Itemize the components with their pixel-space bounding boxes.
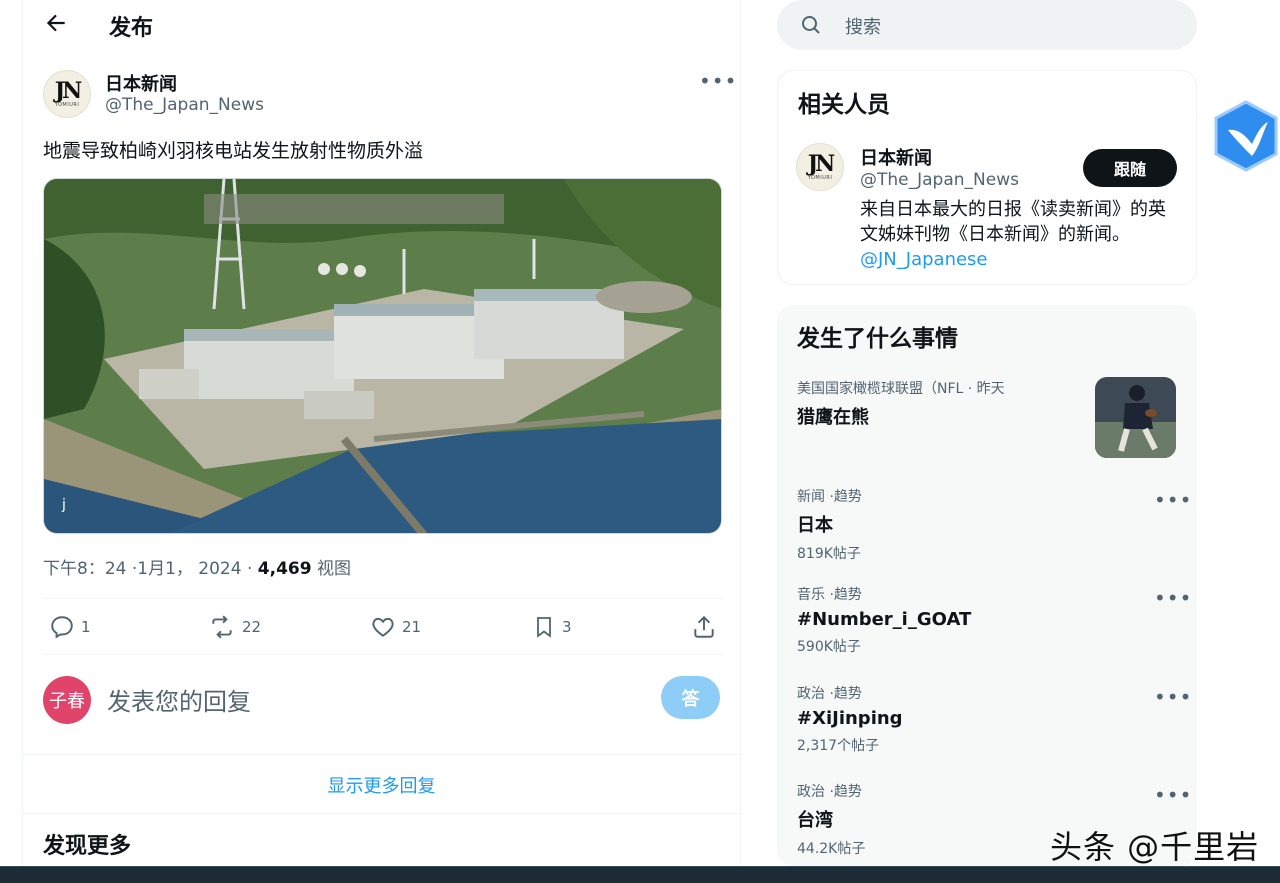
- trending-title: 发生了什么事情: [797, 326, 958, 352]
- divider: [23, 754, 740, 755]
- retweet-icon: [212, 615, 232, 639]
- show-more-replies-link[interactable]: 显示更多回复: [23, 772, 740, 798]
- related-handle[interactable]: @The_Japan_News: [860, 170, 1019, 190]
- action-bar: 1 22 21 3: [43, 598, 722, 655]
- bookmark-icon: [537, 617, 551, 638]
- main-column: 发布 JN YOMIURI 日本新闻 @The_Japan_News ••• 地…: [22, 0, 741, 866]
- reply-count: 1: [81, 618, 91, 636]
- tweet-image[interactable]: j: [43, 178, 722, 534]
- related-name[interactable]: 日本新闻: [860, 144, 932, 170]
- reply-icon: [51, 616, 73, 639]
- football-photo: [1095, 377, 1176, 458]
- watermark: 头条 @千里岩: [1050, 828, 1260, 866]
- views-label: 视图: [311, 559, 351, 579]
- share-button[interactable]: [691, 613, 717, 641]
- search-icon: [799, 13, 823, 41]
- retweet-count: 22: [242, 618, 262, 636]
- divider: [23, 813, 740, 814]
- related-people-title: 相关人员: [798, 92, 890, 118]
- views-count: 4,469: [257, 559, 312, 579]
- author-handle[interactable]: @The_Japan_News: [105, 95, 264, 115]
- image-caption: j: [62, 497, 66, 513]
- trend-item[interactable]: 政治 ·趋势 #XiJinping 2,317个帖子: [797, 683, 1177, 755]
- more-options-icon[interactable]: •••: [1154, 687, 1192, 707]
- reply-input[interactable]: 发表您的回复: [107, 682, 251, 717]
- related-bio: 来自日本最大的日报《读卖新闻》的英文姊妹刊物《日本新闻》的新闻。 @JN_Jap…: [860, 199, 1166, 270]
- more-options-icon[interactable]: •••: [699, 71, 737, 91]
- search-input[interactable]: 搜索: [845, 13, 881, 39]
- tweet-time[interactable]: 下午8：24 ·1月1， 2024 ·: [43, 559, 258, 579]
- tweet-text: 地震导致柏崎刈羽核电站发生放射性物质外溢: [43, 140, 424, 162]
- heart-icon: [372, 617, 394, 637]
- share-icon: [694, 615, 714, 638]
- more-options-icon[interactable]: •••: [1154, 588, 1192, 608]
- trend-thumbnail[interactable]: [1095, 377, 1176, 458]
- author-name[interactable]: 日本新闻: [105, 70, 177, 96]
- trending-card: 发生了什么事情 美国国家橄榄球联盟（NFL · 昨天 猎鹰在熊 新闻 ·趋势 日…: [777, 305, 1197, 866]
- more-options-icon[interactable]: •••: [1154, 490, 1192, 510]
- author-avatar[interactable]: JN YOMIURI: [43, 70, 91, 118]
- like-button[interactable]: 21: [370, 613, 421, 641]
- header: 发布: [23, 0, 740, 50]
- follow-button[interactable]: 跟随: [1083, 149, 1177, 187]
- related-avatar[interactable]: JN YOMIURI: [796, 143, 844, 191]
- trend-item[interactable]: 新闻 ·趋势 日本 819K帖子: [797, 486, 1177, 563]
- tweet-meta: 下午8：24 ·1月1， 2024 · 4,469 视图: [43, 554, 351, 579]
- retweet-button[interactable]: 22: [208, 613, 261, 641]
- user-avatar[interactable]: 子春: [43, 676, 91, 724]
- like-count: 21: [402, 618, 422, 636]
- nuclear-plant-photo: [44, 179, 721, 533]
- back-arrow-icon[interactable]: [43, 10, 69, 36]
- page-title: 发布: [109, 16, 154, 41]
- bird-badge-icon[interactable]: [1212, 100, 1280, 172]
- reply-button[interactable]: 1: [49, 613, 91, 641]
- bookmark-count: 3: [562, 618, 572, 636]
- bio-link[interactable]: @JN_Japanese: [860, 249, 988, 270]
- related-people-card: 相关人员 JN YOMIURI 日本新闻 @The_Japan_News 跟随 …: [777, 70, 1197, 285]
- discover-more-heading: 发现更多: [43, 834, 132, 859]
- search-box[interactable]: 搜索: [777, 0, 1197, 50]
- trend-item[interactable]: 音乐 ·趋势 #Number_i_GOAT 590K帖子: [797, 584, 1177, 656]
- taskbar: [0, 866, 1280, 883]
- bookmark-button[interactable]: 3: [532, 613, 572, 641]
- more-options-icon[interactable]: •••: [1154, 785, 1192, 805]
- reply-submit-button[interactable]: 答: [661, 676, 720, 719]
